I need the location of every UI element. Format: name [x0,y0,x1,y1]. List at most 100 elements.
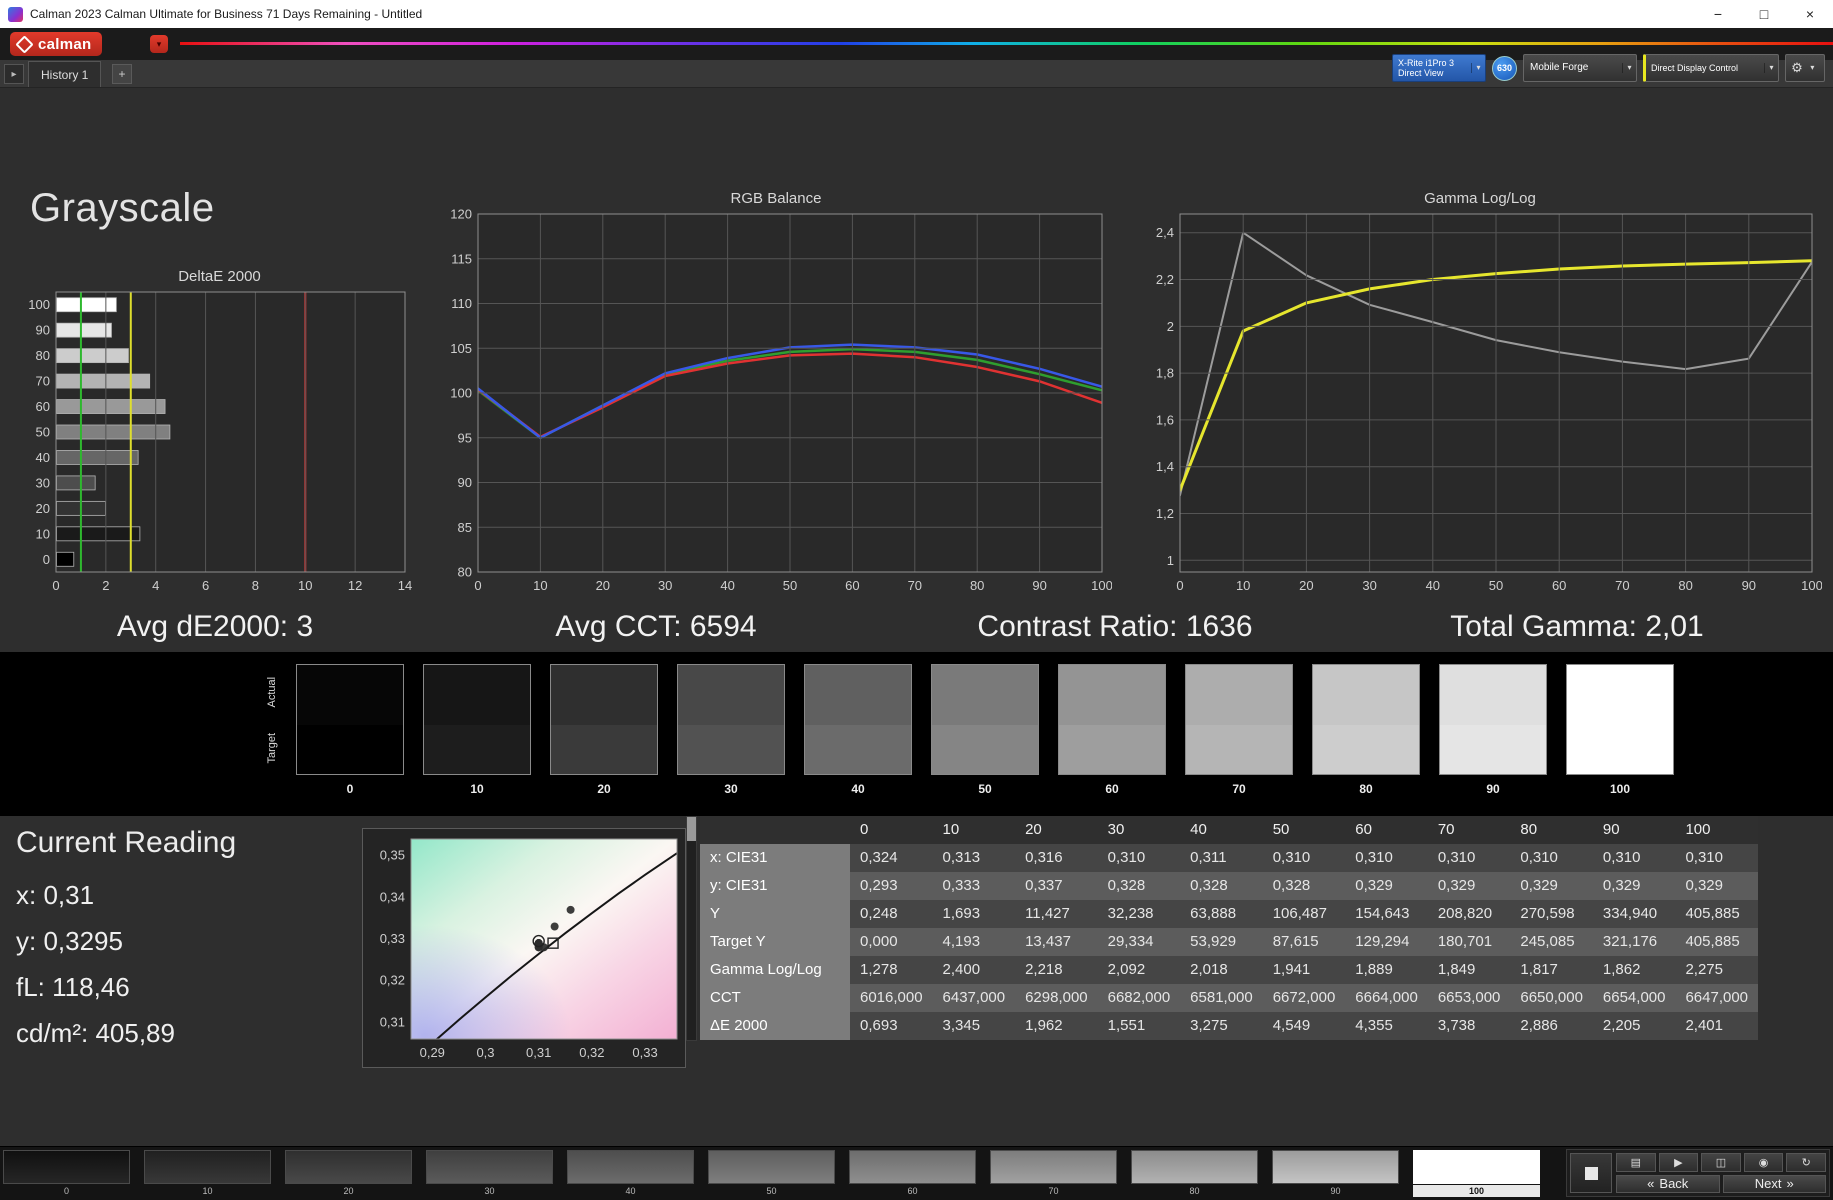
swatch-actual [1313,665,1419,725]
level-button-70[interactable]: 70 [990,1150,1117,1197]
chevron-down-icon: ▾ [1622,63,1636,73]
swatch-actual [1440,665,1546,725]
swatch-target [1567,724,1673,774]
table-cell: 0,337 [1015,872,1098,900]
level-thumbnail[interactable] [1272,1150,1399,1184]
table-cell: 6437,000 [932,984,1016,1012]
table-cell: 0,310 [1262,844,1346,872]
calman-logo[interactable]: calman [10,32,102,56]
table-cell: 4,355 [1345,1012,1428,1040]
level-thumbnail[interactable] [3,1150,130,1184]
split-view-button[interactable]: ◫ [1701,1153,1741,1172]
svg-text:30: 30 [658,578,672,593]
swatch-box [1439,664,1547,775]
swatch-target [424,724,530,774]
swatch-actual [1059,665,1165,725]
play-button[interactable]: ▶ [1658,1153,1699,1172]
minimize-button[interactable]: − [1695,0,1741,28]
gear-icon: ⚙ [1791,59,1803,75]
maximize-button[interactable]: □ [1741,0,1787,28]
level-button-10[interactable]: 10 [144,1150,271,1197]
level-thumbnail[interactable] [1131,1150,1258,1184]
level-button-20[interactable]: 20 [285,1150,412,1197]
table-cell: 29,334 [1097,928,1181,956]
table-col-header: 50 [1262,816,1346,844]
svg-text:50: 50 [36,425,50,440]
level-thumbnail[interactable] [708,1150,835,1184]
table-cell: 0,328 [1097,872,1181,900]
page-title: Grayscale [30,186,215,230]
swatch-box [423,664,531,775]
stop-button[interactable] [1570,1153,1612,1193]
level-button-0[interactable]: 0 [3,1150,130,1197]
loop-button[interactable]: ↻ [1786,1153,1826,1172]
close-button[interactable]: × [1787,0,1833,28]
svg-text:10: 10 [298,578,312,593]
svg-text:0: 0 [1176,578,1183,593]
table-cell: 0,329 [1345,872,1428,900]
table-cell: 6298,000 [1015,984,1098,1012]
level-button-40[interactable]: 40 [567,1150,694,1197]
table-row-label: Y [700,900,850,928]
table-scrollbar-thumb[interactable] [687,817,696,841]
svg-text:0,31: 0,31 [380,1014,405,1029]
sidebar-expand-button[interactable]: ▸ [4,64,24,84]
table-col-header: 10 [932,816,1016,844]
grayscale-swatch-row: 0 10 20 30 40 50 60 70 80 90 100 [296,664,1674,796]
table-cell: 63,888 [1180,900,1263,928]
source-label: Mobile Forge [1530,62,1589,74]
level-button-60[interactable]: 60 [849,1150,976,1197]
back-button[interactable]: « Back [1616,1174,1720,1193]
stat-avg-cct: Avg CCT: 6594 [555,610,757,643]
add-tab-button[interactable]: + [112,64,132,84]
display-control-dropdown[interactable]: Direct Display Control ▾ [1643,54,1779,82]
level-thumbnail[interactable] [1413,1150,1540,1184]
level-thumbnail[interactable] [285,1150,412,1184]
next-button[interactable]: Next » [1722,1174,1826,1193]
table-col-header: 20 [1015,816,1098,844]
svg-text:6: 6 [202,578,209,593]
svg-text:0: 0 [52,578,59,593]
level-thumbnail[interactable] [144,1150,271,1184]
grayscale-swatch: 80 [1312,664,1420,796]
level-thumbnail[interactable] [849,1150,976,1184]
level-thumbnail[interactable] [567,1150,694,1184]
level-button-30[interactable]: 30 [426,1150,553,1197]
level-thumbnail[interactable] [990,1150,1117,1184]
swatch-box [550,664,658,775]
swatch-label: 70 [1232,782,1246,796]
swatch-actual [551,665,657,725]
table-col-header: 100 [1675,816,1758,844]
table-cell: 0,313 [932,844,1016,872]
table-cell: 0,328 [1262,872,1346,900]
eye-button[interactable]: ◉ [1743,1153,1784,1172]
capture-button[interactable]: ▤ [1616,1153,1656,1172]
swatch-actual [1567,665,1673,725]
meter-status-badge[interactable]: 630 [1492,55,1517,81]
table-cell: 0,324 [850,844,933,872]
settings-button[interactable]: ⚙ ▾ [1785,54,1825,82]
table-cell: 1,962 [1015,1012,1098,1040]
svg-text:8: 8 [252,578,259,593]
table-row-label: y: CIE31 [700,872,850,900]
level-label: 90 [1330,1186,1341,1196]
swatch-label: 90 [1486,782,1500,796]
svg-text:120: 120 [450,208,472,222]
tab-history-1[interactable]: History 1 [28,61,102,87]
gamma-chart: 0 10 20 30 40 50 60 70 80 90 100 1 1,2 1,4 1,6 1,8 2 2,2 2… [1156,213,1823,593]
table-scrollbar[interactable] [686,816,697,1041]
svg-text:10: 10 [533,578,547,593]
table-cell: 0,328 [1180,872,1263,900]
table-cell: 0,316 [1015,844,1098,872]
svg-text:10: 10 [1236,578,1250,593]
level-button-100[interactable]: 100 [1413,1150,1540,1197]
table-row-label: Gamma Log/Log [700,956,850,984]
level-thumbnail[interactable] [426,1150,553,1184]
source-dropdown[interactable]: Mobile Forge ▾ [1523,54,1637,82]
logo-menu-button[interactable]: ▾ [150,35,168,53]
level-button-90[interactable]: 90 [1272,1150,1399,1197]
level-button-80[interactable]: 80 [1131,1150,1258,1197]
meter-dropdown[interactable]: X-Rite i1Pro 3 Direct View ▾ [1392,54,1486,82]
level-button-50[interactable]: 50 [708,1150,835,1197]
table-cell: 2,886 [1510,1012,1593,1040]
